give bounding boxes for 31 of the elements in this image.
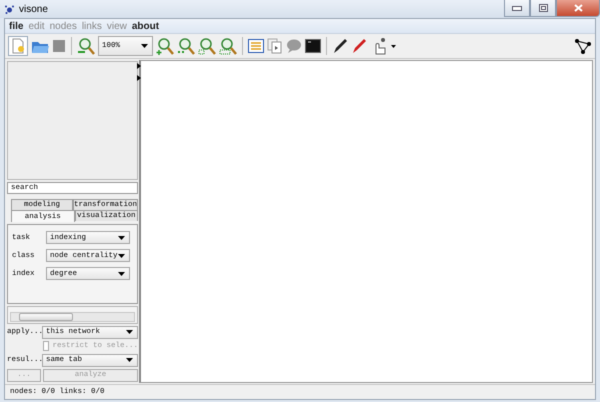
caret-icon xyxy=(118,272,125,276)
caret-icon xyxy=(126,358,133,362)
caret-icon xyxy=(126,330,133,334)
terminal-icon[interactable] xyxy=(305,38,321,54)
new-file-icon[interactable] xyxy=(8,36,28,56)
horizontal-scrollbar[interactable] xyxy=(10,312,135,322)
app-logo-icon xyxy=(5,4,14,14)
documents-icon[interactable] xyxy=(267,38,283,54)
zoom-fit-icon[interactable] xyxy=(177,37,195,55)
zoom-all-icon[interactable] xyxy=(219,37,237,55)
list-icon[interactable] xyxy=(248,38,264,54)
caret-icon xyxy=(118,236,125,240)
window-title: visone xyxy=(19,4,48,14)
network-graph-icon[interactable] xyxy=(574,38,592,54)
menu-item[interactable]: about xyxy=(132,20,160,32)
zoom-selection-icon[interactable] xyxy=(198,37,216,55)
caret-icon xyxy=(118,254,125,258)
zoom-in-icon[interactable] xyxy=(156,37,174,55)
caret-icon[interactable] xyxy=(391,44,396,48)
minimize-icon xyxy=(512,6,522,10)
maximize-button[interactable] xyxy=(530,0,556,17)
close-button[interactable] xyxy=(556,0,600,17)
save-icon[interactable] xyxy=(52,39,66,53)
minimize-button[interactable] xyxy=(504,0,530,17)
maximize-icon xyxy=(538,4,548,12)
close-icon xyxy=(574,4,582,12)
zoom-out-icon[interactable] xyxy=(77,37,95,55)
menu-item[interactable]: file xyxy=(9,20,24,32)
pen-icon[interactable] xyxy=(332,38,348,54)
collapse-arrows-icon[interactable] xyxy=(137,63,141,81)
caret-icon xyxy=(141,44,148,48)
